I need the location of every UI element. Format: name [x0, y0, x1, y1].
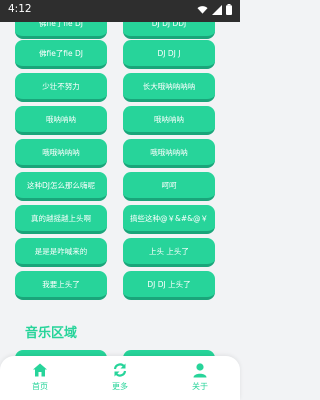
- nav-label-home: 首页: [32, 382, 48, 391]
- sound-button[interactable]: 上头 上头了: [123, 238, 215, 267]
- sound-button[interactable]: 呵呵: [123, 172, 215, 201]
- sound-button[interactable]: DJ DJ J: [123, 40, 215, 69]
- sound-button[interactable]: DJ DJ 上头了: [123, 271, 215, 300]
- nav-item-home[interactable]: 首页: [10, 362, 70, 392]
- battery-icon: [226, 4, 232, 15]
- sound-button[interactable]: 哦呐呐呐: [15, 106, 107, 135]
- sound-button[interactable]: 佛fie了fie DJ: [15, 40, 107, 69]
- sound-button[interactable]: 少壮不努力: [15, 73, 107, 102]
- sound-button[interactable]: 我要上头了: [15, 271, 107, 300]
- person-icon: [193, 363, 207, 378]
- signal-icon: [212, 4, 222, 15]
- refresh-icon: [113, 363, 127, 377]
- nav-item-more[interactable]: 更多: [90, 362, 150, 392]
- sound-button[interactable]: 佛fie了fie DJ: [15, 22, 107, 39]
- home-icon: [33, 363, 47, 377]
- nav-label-about: 关于: [192, 382, 208, 391]
- status-time: 4:12: [8, 3, 32, 15]
- sound-button[interactable]: 哦哦呐呐呐: [123, 139, 215, 168]
- sound-button[interactable]: 真的越摇越上头啊: [15, 205, 107, 234]
- nav-label-more: 更多: [112, 382, 128, 391]
- bottom-nav: 首页 更多 关于: [0, 356, 240, 400]
- scroll-content[interactable]: 佛fie了fie DJ DJ DJ DDJ 佛fie了fie DJ DJ DJ …: [0, 22, 240, 356]
- sound-button[interactable]: 哦哦呐呐呐: [15, 139, 107, 168]
- sound-button[interactable]: 哦呐呐呐: [123, 106, 215, 135]
- status-bar: 4:12: [0, 0, 240, 22]
- sound-button[interactable]: DJ DJ DDJ: [123, 22, 215, 39]
- nav-item-about[interactable]: 关于: [170, 362, 230, 392]
- wifi-icon: [197, 5, 208, 14]
- sound-button[interactable]: 是是是咋喊来的: [15, 238, 107, 267]
- sound-button[interactable]: 搞些这种@￥&#&@￥: [123, 205, 215, 234]
- section-title-music: 音乐区域: [25, 326, 78, 341]
- sound-button[interactable]: 长大哦呐呐呐呐: [123, 73, 215, 102]
- status-icons: [197, 4, 232, 15]
- sound-button[interactable]: 这种DJ怎么那么嗨呢: [15, 172, 107, 201]
